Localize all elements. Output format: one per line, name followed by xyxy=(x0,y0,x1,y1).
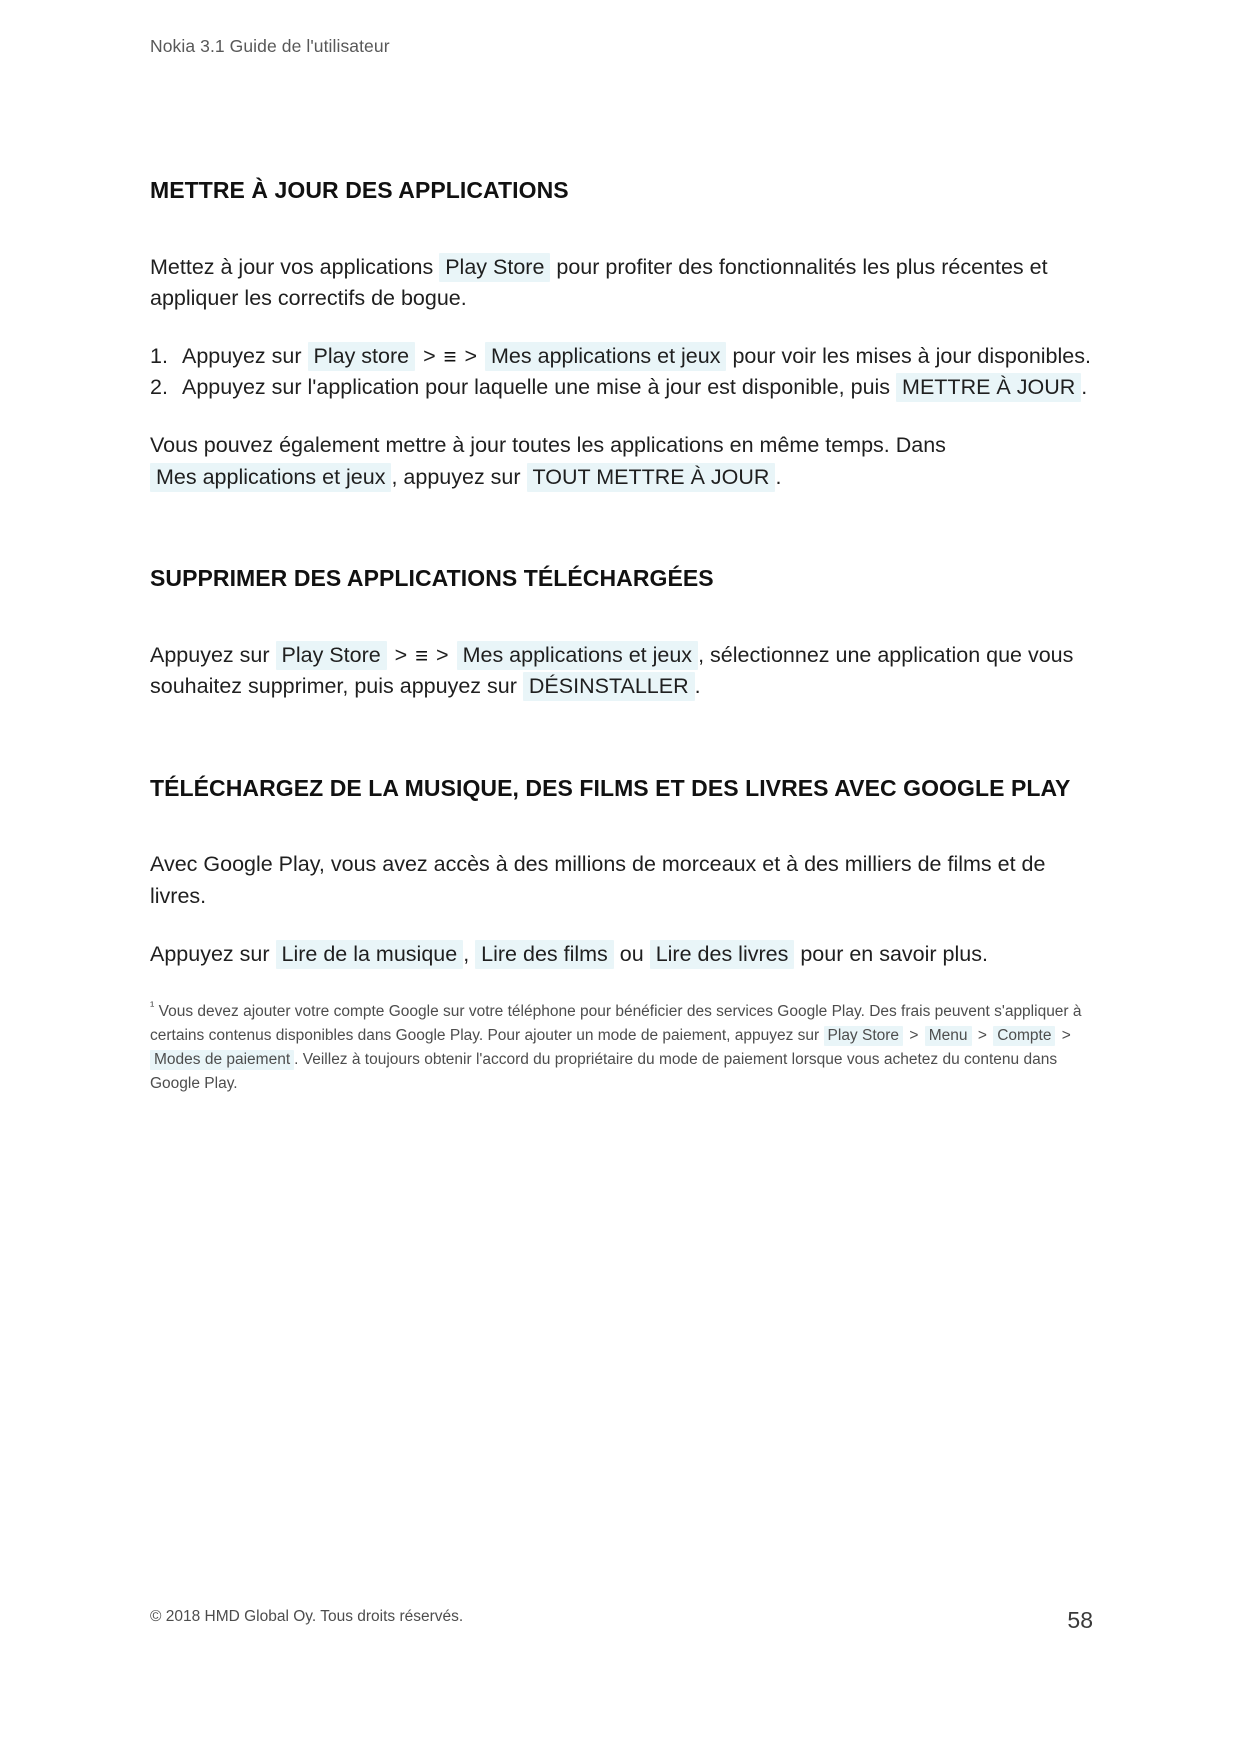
breadcrumb-separator: > xyxy=(977,1026,987,1044)
list-item: Appuyez sur l'application pour laquelle … xyxy=(150,372,1095,404)
chip-payment-methods[interactable]: Modes de paiement xyxy=(150,1049,295,1070)
chip-menu[interactable]: Menu xyxy=(924,1025,972,1046)
document-page: Nokia 3.1 Guide de l'utilisateur METTRE … xyxy=(0,0,1241,1754)
breadcrumb-separator: > xyxy=(464,343,478,368)
action-conjunction: ou xyxy=(619,941,644,966)
breadcrumb-separator: > xyxy=(909,1026,919,1044)
section-heading-update-apps: METTRE À JOUR DES APPLICATIONS xyxy=(150,177,569,203)
step-tail: pour voir les mises à jour disponibles. xyxy=(732,343,1091,368)
chip-update-all[interactable]: TOUT METTRE À JOUR xyxy=(526,462,776,492)
step-lead: Appuyez sur xyxy=(182,343,302,368)
footnote-marker: ¹ xyxy=(150,997,155,1013)
paragraph-remove-apps: Appuyez sur Play Store > ≡ > Mes applica… xyxy=(150,640,1095,703)
breadcrumb-separator: > xyxy=(394,642,408,667)
action-comma: , xyxy=(463,941,470,966)
chip-play-music[interactable]: Lire de la musique xyxy=(275,939,464,969)
body-lead: Appuyez sur xyxy=(150,642,270,667)
breadcrumb-separator: > xyxy=(423,343,436,368)
step-lead: Appuyez sur l'application pour laquelle … xyxy=(182,375,891,400)
chip-play-store[interactable]: Play Store xyxy=(439,252,551,282)
page-number: 58 xyxy=(1067,1607,1093,1633)
breadcrumb-separator: > xyxy=(436,642,449,667)
running-header: Nokia 3.1 Guide de l'utilisateur xyxy=(150,36,390,56)
steps-list-update-apps: Appuyez sur Play store > ≡ > Mes applica… xyxy=(150,341,1095,404)
outro-mid: , appuyez sur xyxy=(391,464,521,489)
footnote: ¹ Vous devez ajouter votre compte Google… xyxy=(150,997,1095,1096)
hamburger-menu-icon[interactable]: ≡ xyxy=(444,345,457,368)
chip-uninstall[interactable]: DÉSINSTALLER xyxy=(522,672,695,702)
paragraph-update-intro: Mettez à jour vos applications Play Stor… xyxy=(150,252,1095,315)
chip-play-movies[interactable]: Lire des films xyxy=(475,939,614,969)
paragraph-google-play-action: Appuyez sur Lire de la musique, Lire des… xyxy=(150,939,1095,971)
action-lead: Appuyez sur xyxy=(150,941,270,966)
chip-account[interactable]: Compte xyxy=(993,1025,1056,1046)
intro-text-before: Mettez à jour vos applications xyxy=(150,254,434,279)
copyright-notice: © 2018 HMD Global Oy. Tous droits réserv… xyxy=(150,1608,464,1625)
outro-tail: . xyxy=(775,464,782,489)
action-tail: pour en savoir plus. xyxy=(800,941,988,966)
section-heading-remove-apps: SUPPRIMER DES APPLICATIONS TÉLÉCHARGÉES xyxy=(150,565,714,592)
body-tail: . xyxy=(694,674,701,699)
page-content: METTRE À JOUR DES APPLICATIONS Mettez à … xyxy=(150,175,1095,1111)
list-item: Appuyez sur Play store > ≡ > Mes applica… xyxy=(150,341,1095,373)
chip-update[interactable]: METTRE À JOUR xyxy=(896,373,1082,403)
chip-my-apps-and-games[interactable]: Mes applications et jeux xyxy=(456,640,699,670)
chip-play-store[interactable]: Play Store xyxy=(275,640,387,670)
paragraph-update-all: Vous pouvez également mettre à jour tout… xyxy=(150,430,1095,493)
chip-my-apps-and-games[interactable]: Mes applications et jeux xyxy=(150,462,392,492)
section-heading-google-play: TÉLÉCHARGEZ DE LA MUSIQUE, DES FILMS ET … xyxy=(150,774,1071,801)
chip-play-store[interactable]: Play store xyxy=(307,341,416,371)
chip-my-apps-and-games[interactable]: Mes applications et jeux xyxy=(485,341,727,371)
chip-play-store[interactable]: Play Store xyxy=(823,1025,904,1046)
paragraph-google-play: Avec Google Play, vous avez accès à des … xyxy=(150,852,1046,909)
breadcrumb-separator: > xyxy=(1061,1026,1071,1044)
hamburger-menu-icon[interactable]: ≡ xyxy=(415,644,428,667)
chip-play-books[interactable]: Lire des livres xyxy=(649,939,795,969)
step-tail: . xyxy=(1081,375,1088,400)
outro-line1: Vous pouvez également mettre à jour tout… xyxy=(150,432,946,457)
